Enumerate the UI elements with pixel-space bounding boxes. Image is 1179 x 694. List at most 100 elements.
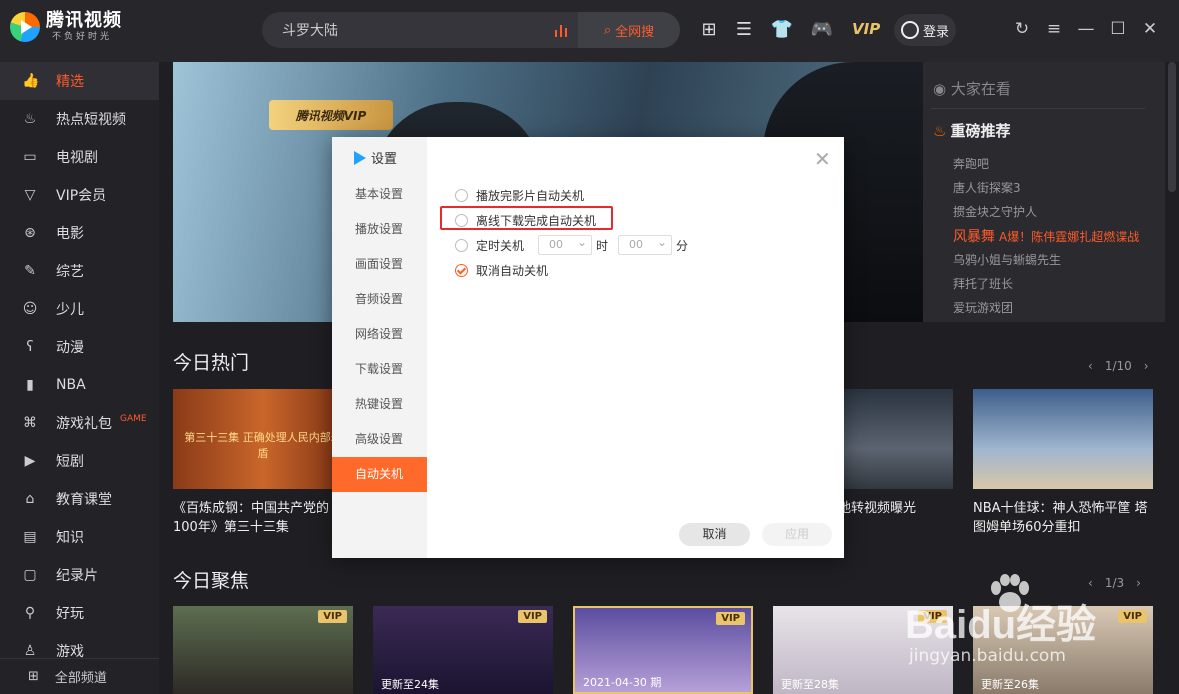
option-cancel-shutdown[interactable]: 取消自动关机 xyxy=(455,260,548,280)
rec-item[interactable]: 爱玩游戏团 xyxy=(953,299,1013,316)
divider xyxy=(931,108,1145,109)
hot-thumb xyxy=(973,389,1153,489)
watermark-url: jingyan.baidu.com xyxy=(909,646,1066,666)
scrollbar[interactable] xyxy=(1168,62,1176,192)
sidebar-item-tv[interactable]: ▭ 电视剧 xyxy=(0,138,159,176)
hot-card[interactable]: NBA十佳球：神人恐怖平筐 塔图姆单场60分重扣 xyxy=(973,389,1153,537)
menu-icon[interactable]: ≡ xyxy=(1043,18,1065,40)
all-channels-button[interactable]: ⊞ 全部频道 xyxy=(0,658,159,694)
sidebar-item-anime[interactable]: ʕ 动漫 xyxy=(0,328,159,366)
logo-slogan: 不负好时光 xyxy=(52,32,113,42)
add-video-icon[interactable]: ⊞ xyxy=(697,18,721,42)
sidebar-item-movie[interactable]: ⊛ 电影 xyxy=(0,214,159,252)
play-square-icon: ▶ xyxy=(24,453,36,469)
sidebar: 👍 精选 ♨ 热点短视频 ▭ 电视剧 ▽ VIP会员 ⊛ 电影 ✎ 综艺 ☺ 少儿 ʕ 动漫 ▮… xyxy=(0,62,159,694)
sidebar-item-featured[interactable]: 👍 精选 xyxy=(0,62,159,100)
maximize-icon[interactable]: ☐ xyxy=(1107,18,1129,40)
radio-button[interactable] xyxy=(455,188,468,202)
hot-caption: 《百炼成钢：中国共产党的100年》第三十三集 xyxy=(173,501,330,535)
tencent-video-icon xyxy=(354,150,366,165)
sidebar-item-short-drama[interactable]: ▶ 短剧 xyxy=(0,442,159,480)
sidebar-item-education[interactable]: ⌂ 教育课堂 xyxy=(0,480,159,518)
history-icon[interactable]: ☰ xyxy=(732,18,756,42)
vip-button[interactable]: VIP xyxy=(852,20,880,38)
settings-tab-hotkeys[interactable]: 热键设置 xyxy=(332,387,427,422)
settings-tab-network[interactable]: 网络设置 xyxy=(332,317,427,352)
minute-select[interactable]: 00 xyxy=(618,233,673,255)
tencent-video-logo-icon xyxy=(10,12,40,42)
joystick-icon: ♙ xyxy=(23,643,37,659)
rec-item-highlight[interactable]: 风暴舞 A爆！陈伟霆娜扎超燃谍战 xyxy=(953,226,1139,246)
cancel-button[interactable]: 取消 xyxy=(679,523,750,546)
focus-card[interactable]: VIP 更新至24集 xyxy=(373,606,553,694)
book-icon: ▤ xyxy=(23,529,37,545)
settings-tab-auto-shutdown[interactable]: 自动关机 xyxy=(332,457,427,492)
search-button-label: 全网搜 xyxy=(615,24,655,40)
prev-icon[interactable]: ‹ xyxy=(1088,359,1093,373)
hot-caption: NBA十佳球：神人恐怖平筐 塔图姆单场60分重扣 xyxy=(973,501,1148,535)
rec-item[interactable]: 唐人街探案3 xyxy=(953,179,1021,196)
minimize-icon[interactable]: — xyxy=(1075,18,1097,40)
rec-item[interactable]: 奔跑吧 xyxy=(953,155,989,172)
settings-tab-playback[interactable]: 播放设置 xyxy=(332,212,427,247)
sidebar-item-knowledge[interactable]: ▤ 知识 xyxy=(0,518,159,556)
vip-badge: VIP xyxy=(318,610,347,623)
sidebar-item-hot-shorts[interactable]: ♨ 热点短视频 xyxy=(0,100,159,138)
hour-unit: 时 xyxy=(596,238,609,253)
baidu-watermark: Baidu经验 jingyan.baidu.com xyxy=(905,568,1165,694)
highlight-box xyxy=(440,206,613,230)
dialog-title: 设置 xyxy=(354,148,397,167)
skin-shirt-icon[interactable]: 👕 xyxy=(770,18,794,42)
sidebar-item-documentary[interactable]: ▢ 纪录片 xyxy=(0,556,159,594)
settings-tab-advanced[interactable]: 高级设置 xyxy=(332,422,427,457)
sidebar-item-nba[interactable]: ▮ NBA xyxy=(0,366,159,404)
hot-thumb: 第三十三集 正确处理人民内部矛盾 xyxy=(173,389,353,489)
settings-tab-basic[interactable]: 基本设置 xyxy=(332,177,427,212)
hot-pager: ‹ 1/10 › xyxy=(1088,359,1149,373)
camera-icon: ▢ xyxy=(23,567,37,583)
settings-tab-audio[interactable]: 音频设置 xyxy=(332,282,427,317)
kid-icon: ☺ xyxy=(22,301,38,317)
sidebar-item-kids[interactable]: ☺ 少儿 xyxy=(0,290,159,328)
graduation-icon: ⌂ xyxy=(25,491,35,507)
apply-button[interactable]: 应用 xyxy=(762,523,832,546)
settings-tab-display[interactable]: 画面设置 xyxy=(332,247,427,282)
next-icon[interactable]: › xyxy=(1144,359,1149,373)
hot-card[interactable]: 第三十三集 正确处理人民内部矛盾 《百炼成钢：中国共产党的100年》第三十三集 xyxy=(173,389,353,537)
sidebar-item-fun[interactable]: ⚲ 好玩 xyxy=(0,594,159,632)
flame-icon: ♨ xyxy=(23,111,37,127)
game-controller-icon[interactable]: 🎮 xyxy=(810,18,834,42)
hot-today-title: 今日热门 xyxy=(173,352,250,374)
search-button[interactable]: ⌕ 全网搜 xyxy=(578,12,680,48)
thumb-text: 第三十三集 正确处理人民内部矛盾 xyxy=(184,431,342,460)
trending-bars-icon[interactable] xyxy=(554,22,570,38)
option-timed-shutdown[interactable]: 定时关机 00时 00分 xyxy=(455,233,688,255)
focus-card[interactable]: VIP 2021-04-30 期 xyxy=(573,606,753,694)
refresh-icon[interactable]: ↻ xyxy=(1011,18,1033,40)
rec-item[interactable]: 拜托了班长 xyxy=(953,275,1013,292)
close-icon[interactable]: ✕ xyxy=(814,149,831,169)
search-icon: ⌕ xyxy=(603,22,612,38)
option-shutdown-after-play[interactable]: 播放完影片自动关机 xyxy=(455,185,584,205)
nba-icon: ▮ xyxy=(26,377,34,393)
focus-caption: 2021-04-30 期 xyxy=(583,676,662,689)
close-window-icon[interactable]: ✕ xyxy=(1139,18,1161,40)
search-input[interactable] xyxy=(282,12,542,48)
sidebar-item-game-gift[interactable]: ⌘ 游戏礼包 GAME xyxy=(0,404,159,442)
hour-select[interactable]: 00 xyxy=(538,233,593,255)
rec-item[interactable]: 乌鸦小姐与蜥蜴先生 xyxy=(953,251,1061,268)
settings-nav: 设置 基本设置 播放设置 画面设置 音频设置 网络设置 下载设置 热键设置 高级… xyxy=(332,137,427,558)
sidebar-item-variety[interactable]: ✎ 综艺 xyxy=(0,252,159,290)
radio-button[interactable] xyxy=(455,238,468,252)
rec-item[interactable]: 掼金块之守护人 xyxy=(953,203,1037,220)
settings-tab-download[interactable]: 下载设置 xyxy=(332,352,427,387)
sidebar-item-vip[interactable]: ▽ VIP会员 xyxy=(0,176,159,214)
app-logo[interactable]: 腾讯视频 不负好时光 xyxy=(10,12,122,42)
logo-title: 腾讯视频 xyxy=(46,10,122,31)
radio-button-checked[interactable] xyxy=(455,263,468,277)
focus-card[interactable]: VIP xyxy=(173,606,353,694)
thumb-up-icon: 👍 xyxy=(22,73,40,89)
eye-icon: ◉ xyxy=(933,80,951,98)
tv-icon: ▭ xyxy=(23,149,37,165)
login-button[interactable]: 登录 xyxy=(894,14,956,46)
